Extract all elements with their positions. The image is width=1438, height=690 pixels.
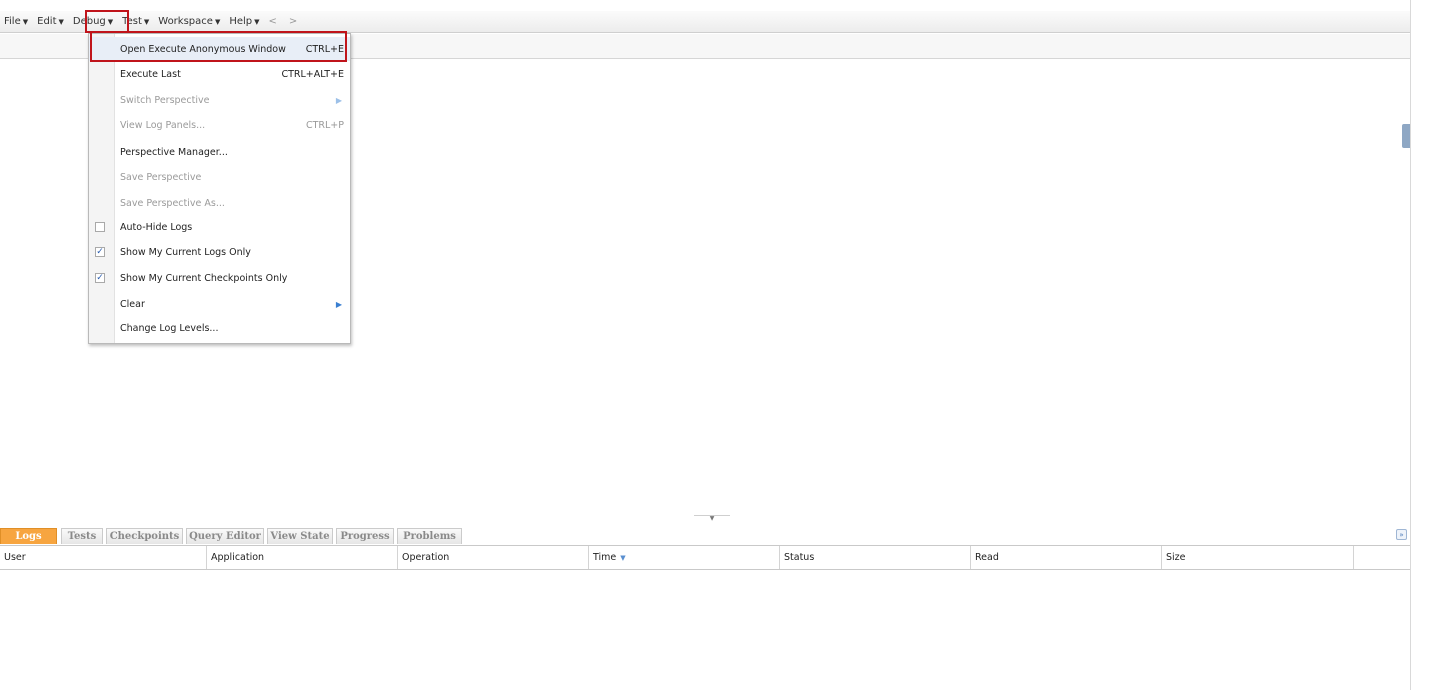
menu-item-label: Show My Current Checkpoints Only: [120, 272, 288, 284]
tab-logs[interactable]: Logs: [0, 528, 57, 544]
menu-debug-label: Debug: [72, 16, 106, 27]
menu-item-shortcut: CTRL+P: [305, 119, 344, 131]
chevron-down-icon: ▼: [58, 17, 64, 26]
checkbox-unchecked[interactable]: [95, 222, 105, 232]
menu-item-label: Change Log Levels...: [120, 322, 219, 334]
menu-item-auto-hide-logs[interactable]: Auto-Hide Logs: [89, 215, 350, 239]
column-time[interactable]: Time ▼: [589, 546, 780, 569]
collapse-panel-icon[interactable]: »: [1396, 529, 1407, 540]
column-operation[interactable]: Operation: [398, 546, 589, 569]
menu-help[interactable]: Help ▼: [229, 16, 259, 27]
chevron-down-icon: ▼: [22, 17, 29, 26]
tab-view-state[interactable]: View State: [267, 528, 333, 544]
chevron-down-icon: ▼: [254, 17, 260, 26]
column-user[interactable]: User: [0, 546, 207, 569]
menu-test-label: Test: [122, 16, 142, 27]
menu-item-view-log-panels[interactable]: View Log Panels... CTRL+P: [89, 113, 350, 137]
column-status[interactable]: Status: [780, 546, 971, 569]
menu-workspace-label: Workspace: [158, 16, 213, 27]
menu-help-label: Help: [229, 16, 253, 27]
menu-item-perspective-manager[interactable]: Perspective Manager...: [89, 140, 350, 164]
column-application[interactable]: Application: [207, 546, 398, 569]
menu-item-open-execute-anonymous[interactable]: Open Execute Anonymous Window CTRL+E: [89, 37, 350, 61]
menu-item-label: Auto-Hide Logs: [120, 221, 193, 233]
column-label: Status: [784, 552, 815, 563]
column-size[interactable]: Size: [1162, 546, 1354, 569]
tab-query-editor[interactable]: Query Editor: [186, 528, 264, 544]
tab-checkpoints[interactable]: Checkpoints: [106, 528, 183, 544]
menu-file[interactable]: File ▼: [4, 16, 28, 27]
menu-edit[interactable]: Edit ▼: [37, 16, 64, 27]
column-label: User: [4, 552, 26, 563]
panel-splitter-handle[interactable]: ▼: [694, 515, 730, 522]
checkbox-checked[interactable]: ✓: [95, 273, 105, 283]
collapse-right-panel-button[interactable]: [1402, 124, 1410, 148]
menu-item-label: View Log Panels...: [120, 119, 206, 131]
tab-progress[interactable]: Progress: [336, 528, 394, 544]
column-label: Application: [211, 552, 265, 563]
menu-item-label: Perspective Manager...: [120, 146, 228, 158]
menu-test[interactable]: Test ▼: [122, 16, 149, 27]
bottom-tab-bar: Logs Tests Checkpoints Query Editor View…: [0, 527, 1410, 546]
menu-item-execute-last[interactable]: Execute Last CTRL+ALT+E: [89, 62, 350, 86]
column-label: Size: [1166, 552, 1186, 563]
menu-edit-label: Edit: [37, 16, 57, 27]
menu-file-label: File: [4, 16, 21, 27]
menu-item-save-perspective-as[interactable]: Save Perspective As...: [89, 191, 350, 215]
menu-item-label: Execute Last: [120, 68, 181, 80]
menu-item-save-perspective[interactable]: Save Perspective: [89, 165, 350, 189]
menu-item-show-current-checkpoints[interactable]: ✓ Show My Current Checkpoints Only: [89, 266, 350, 290]
menu-item-shortcut: CTRL+E: [305, 43, 344, 55]
chevron-down-icon: ▼: [107, 17, 114, 26]
menu-item-clear[interactable]: Clear ▶: [89, 292, 350, 316]
right-edge-divider: [1410, 0, 1411, 690]
forward-button[interactable]: >: [289, 16, 297, 27]
menu-item-label: Save Perspective As...: [120, 197, 225, 209]
menu-item-label: Save Perspective: [120, 171, 202, 183]
tab-tests[interactable]: Tests: [61, 528, 103, 544]
back-button[interactable]: <: [269, 16, 277, 27]
menu-item-label: Show My Current Logs Only: [120, 246, 251, 258]
tab-problems[interactable]: Problems: [397, 528, 462, 544]
menu-item-show-current-logs[interactable]: ✓ Show My Current Logs Only: [89, 240, 350, 264]
menu-item-label: Clear: [120, 298, 145, 310]
chevron-down-icon: ▼: [143, 17, 150, 26]
log-table-header: User Application Operation Time ▼ Status …: [0, 546, 1410, 570]
column-label: Time: [593, 552, 617, 563]
sort-desc-icon: ▼: [620, 553, 626, 562]
column-label: Operation: [402, 552, 450, 563]
menu-item-switch-perspective[interactable]: Switch Perspective ▶: [89, 88, 350, 112]
menu-item-change-log-levels[interactable]: Change Log Levels...: [89, 316, 350, 340]
menu-workspace[interactable]: Workspace ▼: [158, 16, 220, 27]
menu-item-label: Open Execute Anonymous Window: [120, 43, 286, 55]
submenu-arrow-icon: ▶: [335, 299, 342, 309]
checkbox-checked[interactable]: ✓: [95, 247, 105, 257]
menu-bar: File ▼ Edit ▼ Debug ▼ Test ▼ Workspace ▼ Help…: [0, 11, 1410, 33]
menu-item-label: Switch Perspective: [120, 94, 210, 106]
submenu-arrow-icon: ▶: [335, 95, 342, 105]
chevron-down-icon: ▼: [214, 17, 221, 26]
debug-dropdown-menu: Open Execute Anonymous Window CTRL+E Exe…: [88, 33, 351, 344]
column-label: Read: [975, 552, 999, 563]
menu-debug[interactable]: Debug ▼: [73, 16, 113, 27]
column-read[interactable]: Read: [971, 546, 1162, 569]
menu-item-shortcut: CTRL+ALT+E: [281, 68, 344, 80]
